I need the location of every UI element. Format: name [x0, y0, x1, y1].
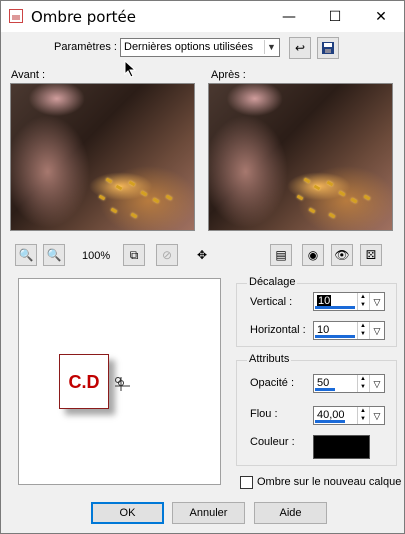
save-preset-button[interactable] — [317, 37, 339, 59]
proof-toggle-button[interactable]: ▤ — [270, 244, 292, 266]
blur-spinbox[interactable]: 40,00 ▲ ▼ ▽ — [313, 406, 385, 425]
chevron-down-icon[interactable]: ▽ — [369, 322, 384, 339]
blur-slider-bar — [315, 420, 345, 423]
after-preview[interactable] — [208, 83, 393, 231]
move-arrows-icon: ✥ — [196, 248, 208, 262]
preview-button[interactable]: 👁 — [331, 244, 353, 266]
zoom-out-button[interactable]: 🔍 — [15, 244, 37, 266]
undo-arrow-icon: ↩ — [294, 41, 306, 55]
window-title: Ombre portée — [31, 8, 136, 26]
randomize-button[interactable]: ⚄ — [360, 244, 382, 266]
magnifier-plus-icon: 🔍 — [46, 248, 62, 262]
close-button[interactable]: ✕ — [358, 2, 404, 32]
opacity-label: Opacité : — [250, 377, 295, 389]
sample-box: C.D — [59, 354, 109, 409]
mouse-cursor-icon — [124, 60, 137, 78]
zoom-level: 100% — [82, 250, 111, 262]
shadow-color-swatch[interactable] — [313, 435, 370, 459]
shadow-offset-canvas[interactable]: C.D — [18, 278, 221, 485]
horizontal-slider-bar — [315, 335, 355, 338]
spin-updown-icon[interactable]: ▲ ▼ — [357, 322, 368, 339]
dice-icon: ⚄ — [365, 248, 377, 262]
eye-icon: 👁 — [334, 248, 350, 262]
disabled-circle-icon: ⊘ — [161, 248, 173, 262]
eye-lock-icon: ◉ — [307, 248, 319, 262]
chevron-down-icon: ▼ — [264, 40, 278, 54]
minimize-button[interactable]: — — [266, 2, 312, 32]
offset-group-title: Décalage — [247, 276, 298, 288]
before-preview[interactable] — [10, 83, 195, 231]
presets-value: Dernières options utilisées — [124, 41, 254, 53]
auto-proof-button[interactable]: ⊘ — [156, 244, 178, 266]
blur-label: Flou : — [250, 408, 278, 420]
floppy-disk-icon — [322, 42, 334, 54]
spin-updown-icon[interactable]: ▲ ▼ — [357, 407, 368, 424]
zoom-in-button[interactable]: 🔍 — [43, 244, 65, 266]
reset-preset-button[interactable]: ↩ — [289, 37, 311, 59]
vertical-slider-bar — [315, 306, 355, 309]
after-preview-label: Après : — [211, 69, 246, 81]
ok-button[interactable]: OK — [91, 502, 164, 524]
fit-window-icon: ⧉ — [129, 248, 139, 262]
vertical-spinbox[interactable]: 10 ▲ ▼ ▽ — [313, 292, 385, 311]
maximize-button[interactable]: ☐ — [312, 2, 358, 32]
chevron-down-icon[interactable]: ▽ — [369, 375, 384, 392]
help-button[interactable]: Aide — [254, 502, 327, 524]
opacity-spinbox[interactable]: 50 ▲ ▼ ▽ — [313, 374, 385, 393]
chevron-down-icon[interactable]: ▽ — [369, 293, 384, 310]
opacity-slider-bar — [315, 388, 335, 391]
preview-on-image-button[interactable]: ◉ — [302, 244, 324, 266]
pan-button[interactable]: ✥ — [191, 244, 213, 266]
horizontal-spinbox[interactable]: 10 ▲ ▼ ▽ — [313, 321, 385, 340]
presets-label: Paramètres : — [54, 41, 117, 53]
before-preview-label: Avant : — [11, 69, 46, 81]
crosshair-icon[interactable] — [112, 374, 130, 392]
app-icon — [9, 9, 23, 23]
after-preview-image — [209, 84, 392, 230]
cancel-button[interactable]: Annuler — [172, 502, 245, 524]
magnifier-minus-icon: 🔍 — [18, 248, 34, 262]
horizontal-label: Horizontal : — [250, 324, 306, 336]
attributes-group-title: Attributs — [247, 353, 292, 365]
spin-updown-icon[interactable]: ▲ ▼ — [357, 375, 368, 392]
spin-updown-icon[interactable]: ▲ ▼ — [357, 293, 368, 310]
presets-dropdown[interactable]: Dernières options utilisées ▼ — [120, 38, 280, 57]
vertical-label: Vertical : — [250, 296, 293, 308]
color-label: Couleur : — [250, 436, 295, 448]
before-preview-image — [11, 84, 194, 230]
title-bar[interactable]: Ombre portée — ☐ ✕ — [1, 1, 404, 32]
chevron-down-icon[interactable]: ▽ — [369, 407, 384, 424]
new-layer-checkbox[interactable] — [240, 476, 253, 489]
zoom-fit-button[interactable]: ⧉ — [123, 244, 145, 266]
layout-icon: ▤ — [275, 248, 287, 262]
new-layer-label: Ombre sur le nouveau calque — [257, 476, 402, 488]
